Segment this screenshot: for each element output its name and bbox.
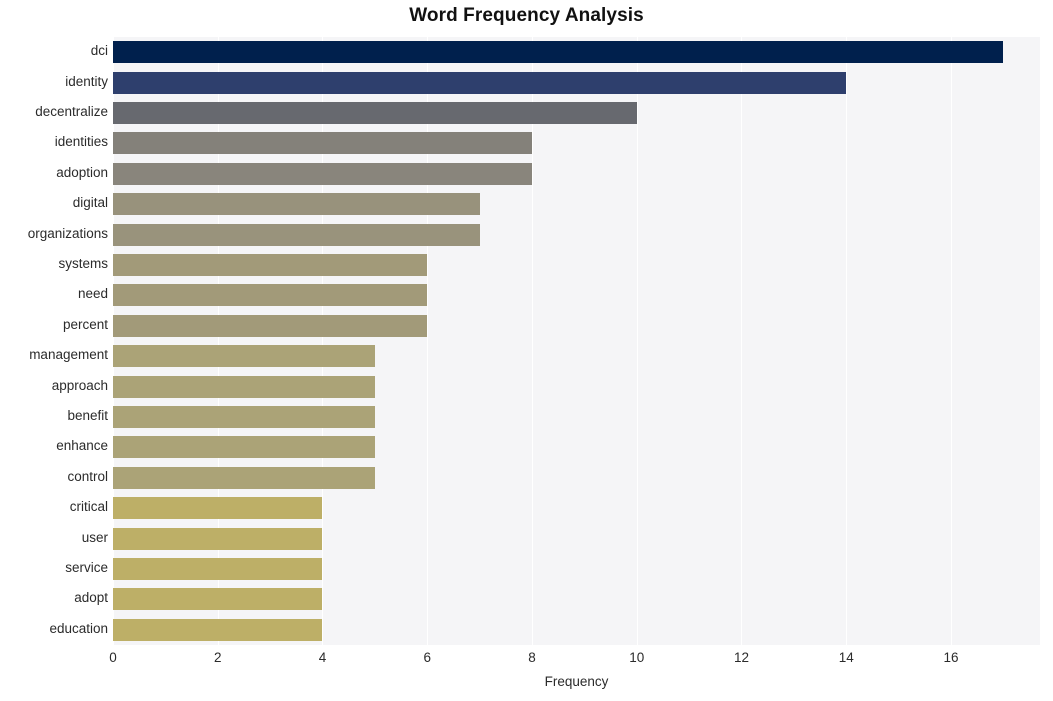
y-axis-tick-label: systems (58, 256, 108, 271)
gridline-x-8 (531, 37, 533, 645)
bar (113, 436, 375, 459)
y-axis-tick-label: dci (90, 43, 108, 59)
x-axis-tick-label: 6 (423, 650, 431, 665)
gridline-x-14 (846, 37, 848, 645)
gridline-x-10 (636, 37, 638, 645)
y-axis-tick-label: organizations (27, 225, 108, 241)
x-axis-tick-label: 0 (109, 650, 117, 665)
y-axis-tick-label: digital (72, 195, 108, 211)
x-axis-tick-label: 4 (318, 650, 327, 665)
y-axis-tick-label: identities (54, 134, 108, 150)
bar (113, 466, 375, 489)
gridline-x-0 (113, 37, 114, 645)
x-axis-tick-label: 12 (733, 650, 749, 665)
bar (113, 497, 323, 520)
y-axis-tick-label: control (67, 468, 108, 484)
x-axis-tick-label: 2 (213, 650, 222, 665)
y-axis-tick-label: approach (51, 377, 108, 393)
y-axis-tick-label: adoption (56, 164, 108, 180)
x-axis-tick-label: 8 (528, 650, 536, 665)
x-axis-title: Frequency (544, 674, 609, 689)
y-axis-tick-labels: dci identity decentralize identities adoptio… (0, 37, 108, 645)
x-axis-tick-label: 16 (943, 650, 959, 665)
bar (113, 162, 532, 185)
y-axis-tick-label: management (29, 347, 108, 363)
bar (113, 102, 637, 124)
bar (113, 193, 480, 216)
gridline-x-12 (741, 37, 743, 645)
y-axis-tick-label: enhance (56, 438, 108, 454)
gridline-x-4 (322, 37, 324, 645)
bar (113, 314, 428, 337)
y-axis-tick-label: benefit (67, 408, 108, 423)
y-axis-tick-label: critical (69, 499, 108, 515)
bar (113, 41, 1004, 64)
bar (113, 618, 323, 641)
x-axis-tick-label: 10 (629, 650, 645, 665)
bar (113, 71, 847, 94)
y-axis-tick-label: adopt (74, 590, 108, 606)
bar (113, 284, 428, 307)
bar (113, 223, 480, 246)
chart-title: Word Frequency Analysis (409, 5, 644, 26)
bar (113, 588, 323, 611)
bar (113, 558, 323, 580)
y-axis-tick-label: need (77, 286, 108, 302)
bar (113, 527, 323, 550)
gridline-x-16 (950, 37, 952, 645)
bar (113, 345, 375, 368)
plot-area (113, 37, 1040, 645)
y-axis-tick-label: percent (62, 316, 108, 332)
x-axis-tick-labels: 0 2 4 6 8 10 12 14 16 (0, 650, 1053, 670)
x-axis-tick-label: 14 (838, 650, 854, 665)
y-axis-tick-label: service (65, 560, 108, 575)
bar (113, 254, 428, 276)
bar (113, 375, 375, 398)
y-axis-tick-label: education (49, 620, 108, 636)
word-frequency-chart-figure: Word Frequency Analysis dci identity decen… (0, 0, 1053, 701)
y-axis-tick-label: user (81, 529, 108, 545)
gridline-x-2 (217, 37, 219, 645)
gridline-x-6 (427, 37, 429, 645)
bar (113, 132, 532, 155)
y-axis-tick-label: decentralize (35, 104, 108, 119)
bar (113, 406, 375, 428)
y-axis-tick-label: identity (65, 73, 108, 89)
